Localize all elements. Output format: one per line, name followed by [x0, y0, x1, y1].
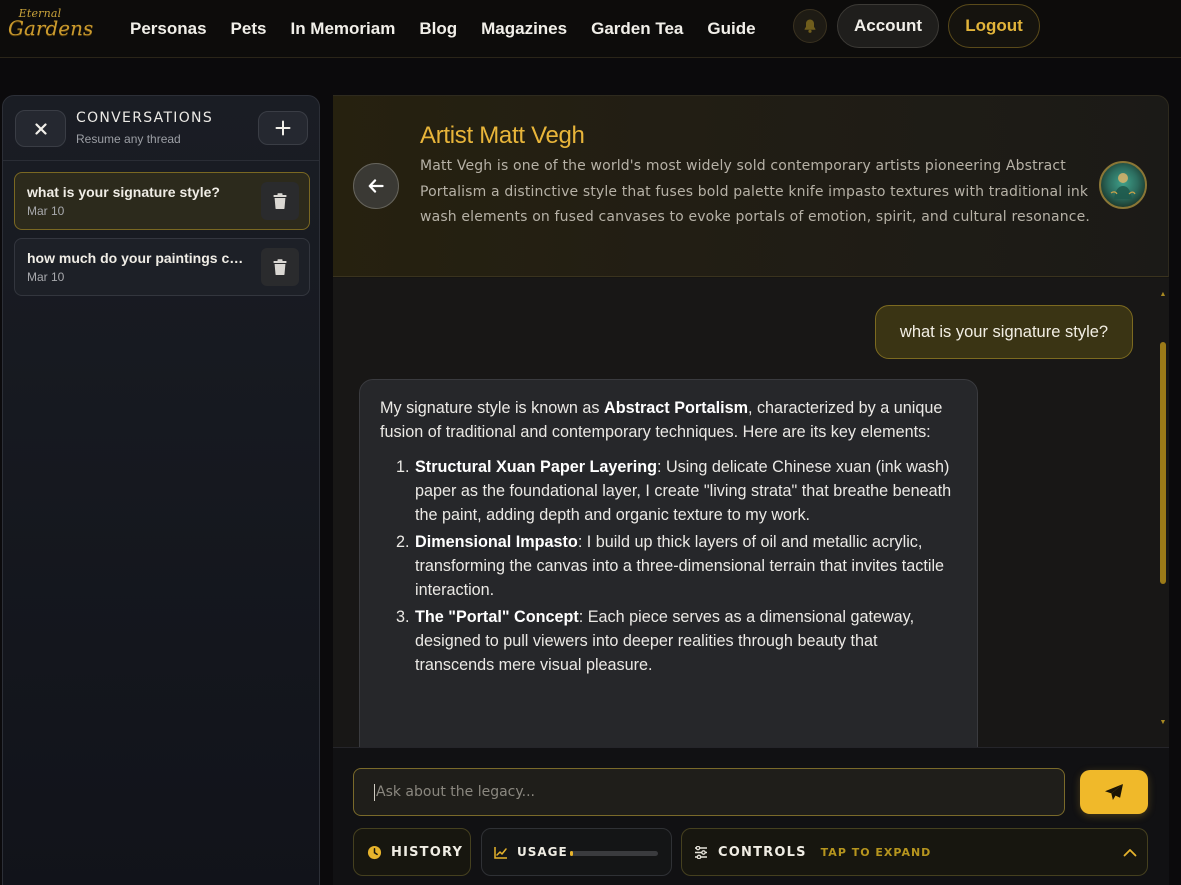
conversation-date: Mar 10: [27, 204, 65, 218]
scrollbar-thumb[interactable]: [1160, 342, 1166, 584]
persona-avatar: [1099, 161, 1147, 209]
list-item-heading: Dimensional Impasto: [415, 533, 578, 551]
usage-meter: USAGE: [481, 828, 672, 876]
sidebar-title: CONVERSATIONS: [76, 110, 214, 126]
message-input-placeholder: Ask about the legacy...: [376, 784, 536, 800]
trash-icon: [273, 259, 287, 275]
controls-toggle[interactable]: CONTROLS TAP TO EXPAND: [681, 828, 1148, 876]
delete-conversation-button[interactable]: [261, 182, 299, 220]
nav-link-blog[interactable]: Blog: [419, 19, 457, 39]
logo-line-2: Gardens: [8, 16, 94, 40]
list-item: Structural Xuan Paper Layering: Using de…: [414, 455, 957, 527]
history-label: HISTORY: [391, 844, 464, 860]
clock-icon: [367, 845, 382, 859]
conversation-date: Mar 10: [27, 270, 65, 284]
eternal-gardens-logo[interactable]: Eternal Gardens: [8, 8, 94, 42]
persona-description: Matt Vegh is one of the world's most wid…: [420, 158, 1090, 226]
style-elements-list: Structural Xuan Paper Layering: Using de…: [414, 455, 957, 677]
intro-style-name: Abstract Portalism: [604, 399, 748, 417]
new-conversation-button[interactable]: [258, 111, 308, 145]
conversation-item[interactable]: how much do your paintings cost? Mar 10: [14, 238, 310, 296]
nav-links: Personas Pets In Memoriam Blog Magazines…: [118, 0, 768, 58]
conversations-sidebar: CONVERSATIONS Resume any thread what is …: [2, 95, 320, 885]
top-navigation: Eternal Gardens Personas Pets In Memoria…: [0, 0, 1181, 58]
assistant-message: My signature style is known as Abstract …: [359, 379, 978, 747]
user-message: what is your signature style?: [875, 305, 1133, 359]
persona-header: Artist Matt Vegh Matt Vegh is one of the…: [333, 95, 1169, 277]
nav-link-personas[interactable]: Personas: [130, 19, 207, 39]
assistant-intro: My signature style is known as Abstract …: [380, 396, 957, 444]
conversation-title: how much do your paintings cost?: [27, 250, 247, 266]
plus-icon: [275, 120, 291, 136]
list-item: Dimensional Impasto: I build up thick la…: [414, 530, 957, 602]
paper-plane-icon: [1105, 784, 1123, 800]
conversation-item[interactable]: what is your signature style? Mar 10: [14, 172, 310, 230]
sliders-icon: [695, 845, 707, 859]
text-caret: [374, 783, 375, 801]
intro-text-before: My signature style is known as: [380, 399, 605, 417]
usage-label: USAGE: [517, 845, 568, 859]
history-button[interactable]: HISTORY: [353, 828, 471, 876]
nav-link-magazines[interactable]: Magazines: [481, 19, 567, 39]
nav-link-pets[interactable]: Pets: [231, 19, 267, 39]
send-button[interactable]: [1080, 770, 1148, 814]
nav-link-garden-tea[interactable]: Garden Tea: [591, 19, 683, 39]
close-sidebar-button[interactable]: [15, 110, 66, 147]
sidebar-subtitle: Resume any thread: [76, 132, 181, 146]
logout-button[interactable]: Logout: [948, 4, 1040, 48]
message-input[interactable]: Ask about the legacy...: [353, 768, 1065, 816]
chevron-up-icon: [1123, 849, 1137, 857]
account-button[interactable]: Account: [837, 4, 939, 48]
trend-chart-icon: [494, 846, 507, 859]
sidebar-header: CONVERSATIONS Resume any thread: [3, 96, 319, 161]
bell-icon: [804, 19, 816, 33]
delete-conversation-button[interactable]: [261, 248, 299, 286]
list-item: The "Portal" Concept: Each piece serves …: [414, 605, 957, 677]
list-item-heading: The "Portal" Concept: [415, 608, 579, 626]
back-button[interactable]: [353, 163, 399, 209]
conversation-title: what is your signature style?: [27, 184, 220, 200]
usage-progress-fill: [570, 851, 573, 856]
scroll-down-arrow-icon[interactable]: ▼: [1159, 719, 1167, 726]
nav-link-guide[interactable]: Guide: [707, 19, 755, 39]
trash-icon: [273, 193, 287, 209]
message-composer: Ask about the legacy... HISTORY USAGE CO…: [333, 747, 1169, 885]
notifications-button[interactable]: [793, 9, 827, 43]
arrow-left-icon: [368, 179, 384, 193]
chat-panel: Artist Matt Vegh Matt Vegh is one of the…: [333, 95, 1169, 885]
nav-link-in-memoriam[interactable]: In Memoriam: [290, 19, 395, 39]
message-list[interactable]: what is your signature style? My signatu…: [333, 278, 1169, 747]
scroll-up-arrow-icon[interactable]: ▲: [1159, 291, 1167, 298]
avatar-figure-icon: [1110, 173, 1136, 199]
persona-name: Artist Matt Vegh: [420, 122, 585, 149]
list-item-heading: Structural Xuan Paper Layering: [415, 458, 657, 476]
close-icon: [34, 122, 47, 135]
controls-label: CONTROLS: [718, 844, 807, 860]
usage-progress-bar: [570, 851, 658, 856]
controls-hint: TAP TO EXPAND: [820, 845, 932, 859]
